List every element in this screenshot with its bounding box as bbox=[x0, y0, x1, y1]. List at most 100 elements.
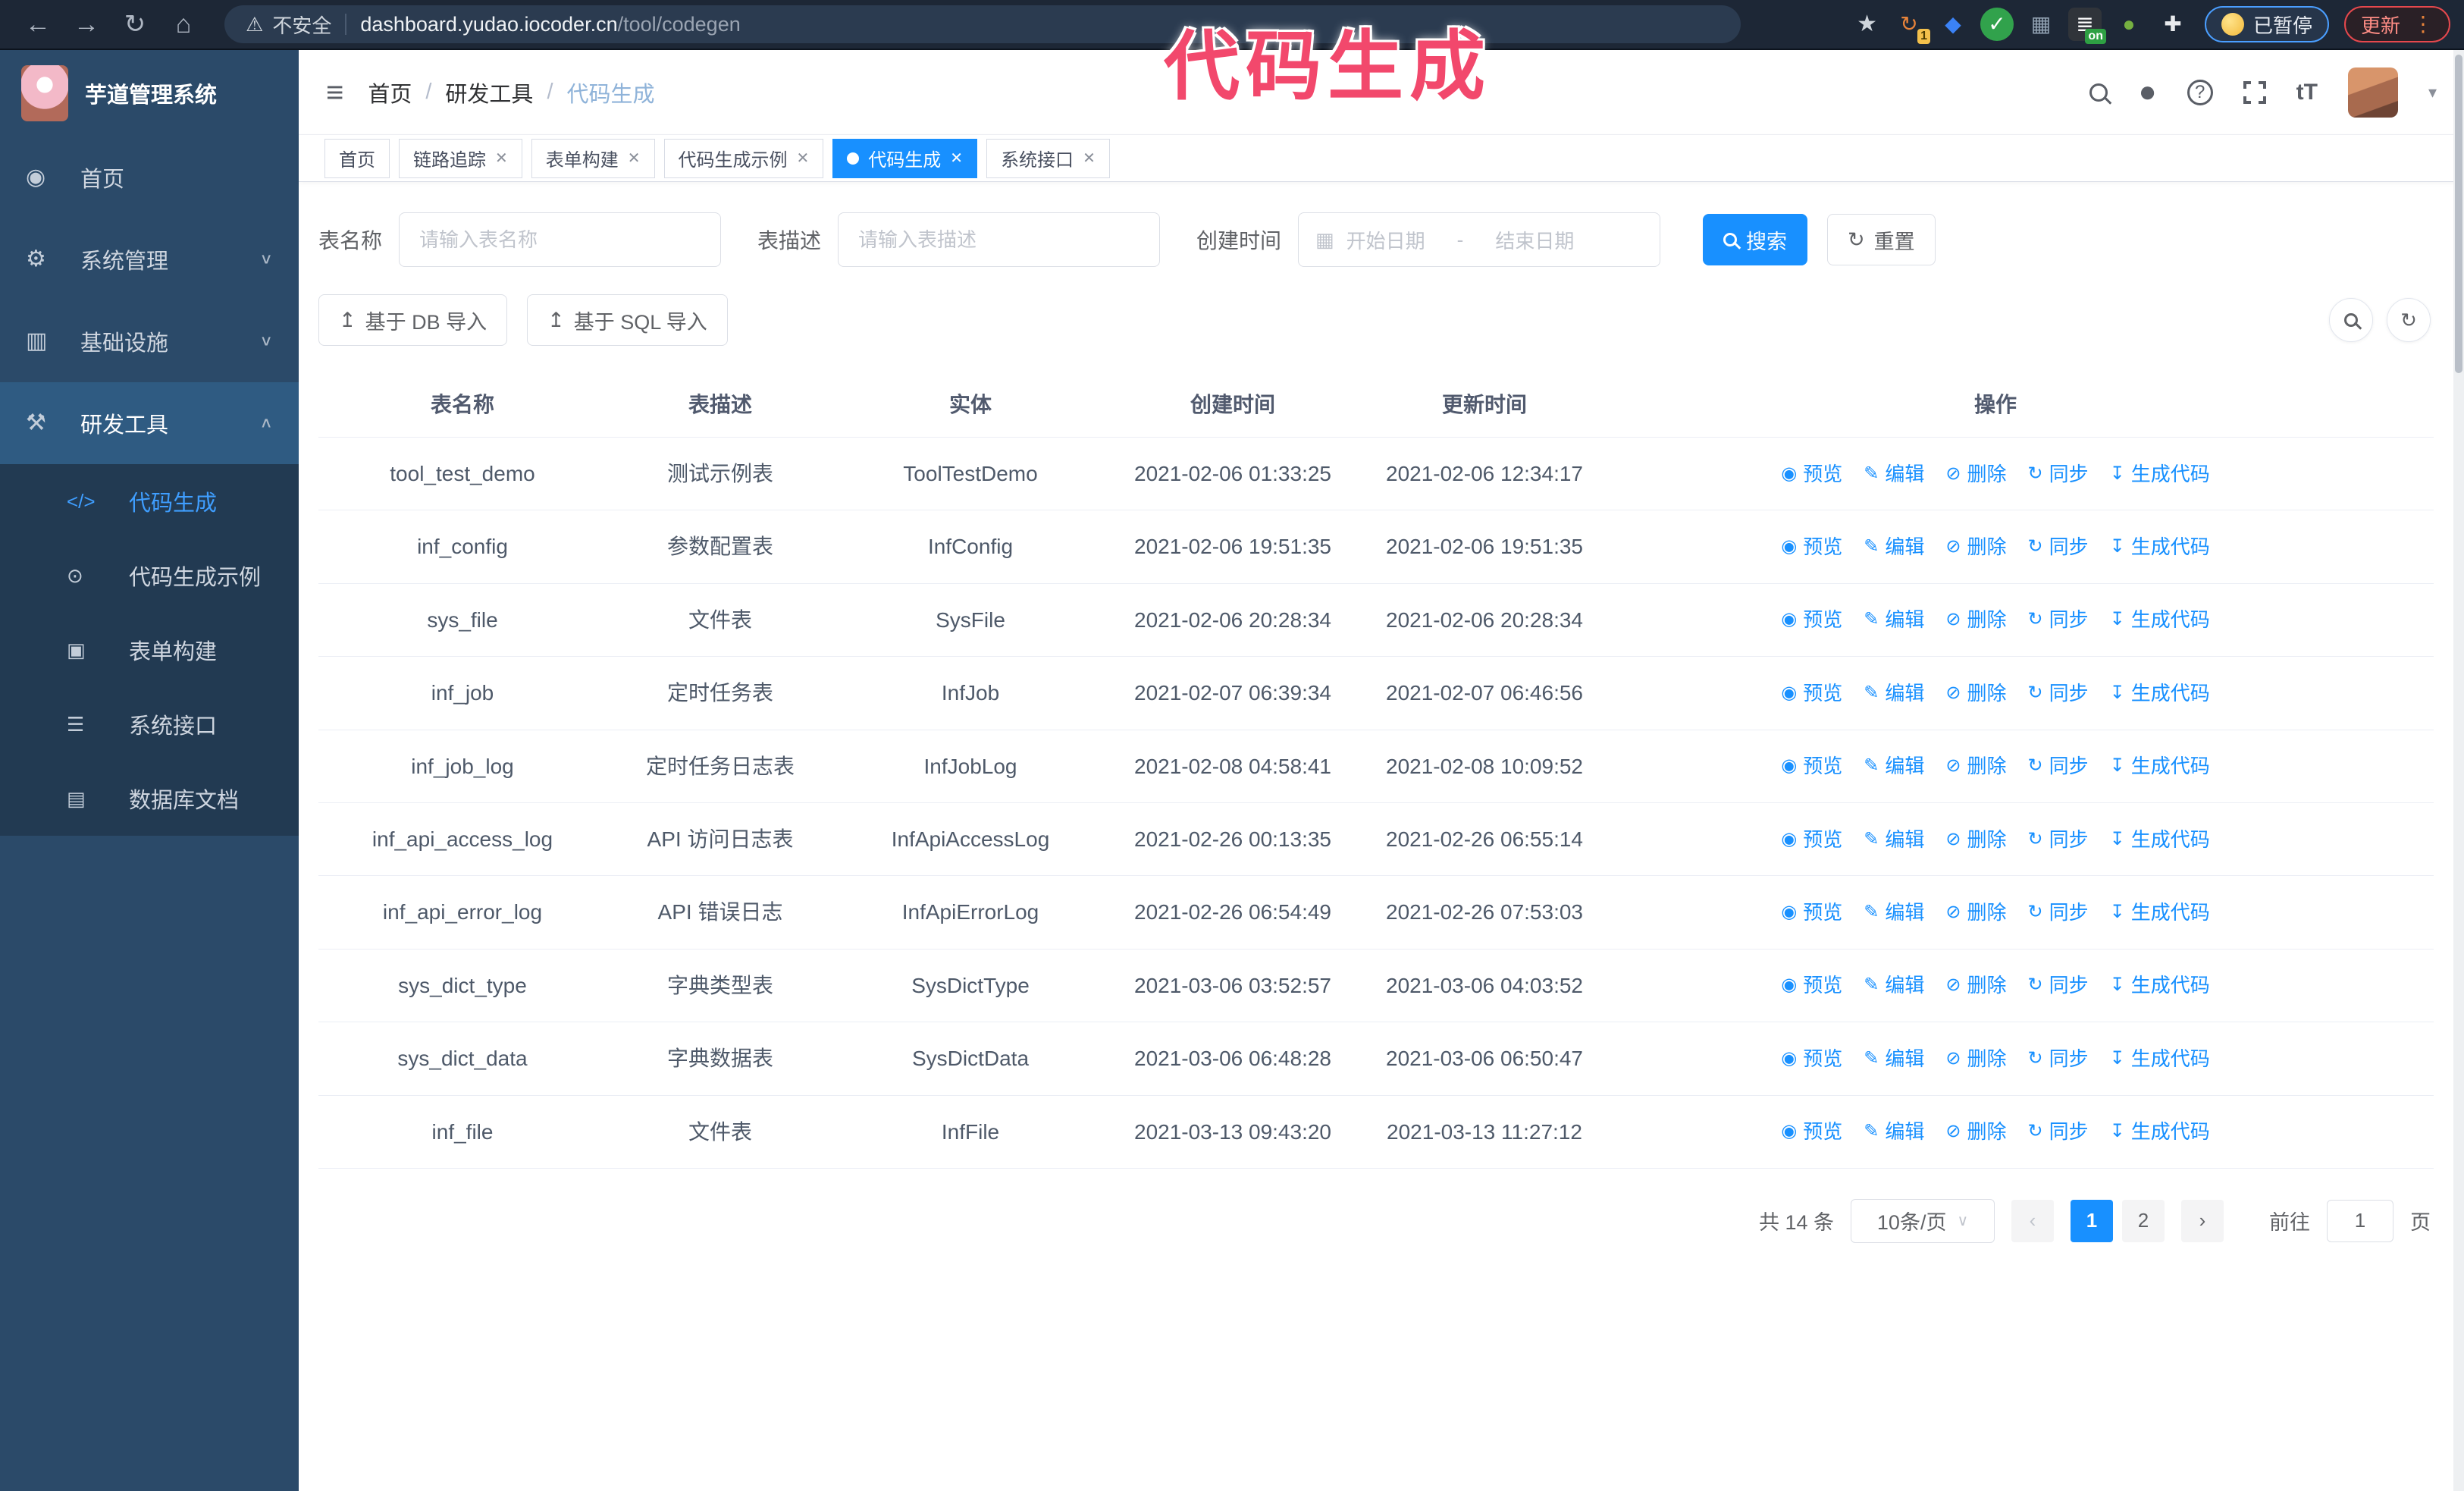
action-删除[interactable]: ⊘ 删除 bbox=[1945, 532, 2006, 562]
github-icon[interactable]: ● bbox=[2138, 75, 2156, 109]
sidebar-subitem-数据库文档[interactable]: ▤ 数据库文档 bbox=[0, 761, 299, 836]
action-删除[interactable]: ⊘ 删除 bbox=[1945, 1044, 2006, 1074]
help-icon[interactable]: ? bbox=[2187, 79, 2213, 105]
action-预览[interactable]: ◉ 预览 bbox=[1781, 1116, 1842, 1147]
table-row[interactable]: inf_job 定时任务表 InfJob 2021-02-07 06:39:34 202… bbox=[318, 656, 2434, 730]
address-bar[interactable]: ⚠ 不安全 dashboard.yudao.iocoder.cn /tool/c… bbox=[224, 5, 1741, 43]
sidebar-subitem-代码生成[interactable]: </> 代码生成 bbox=[0, 464, 299, 538]
font-size-icon[interactable]: tT bbox=[2296, 80, 2318, 105]
page-button-2[interactable]: 2 bbox=[2122, 1199, 2165, 1242]
action-同步[interactable]: ↻ 同步 bbox=[2027, 897, 2088, 928]
tab-首页[interactable]: 首页 bbox=[324, 138, 390, 178]
action-同步[interactable]: ↻ 同步 bbox=[2027, 824, 2088, 855]
action-同步[interactable]: ↻ 同步 bbox=[2027, 459, 2088, 489]
toggle-search-button[interactable] bbox=[2329, 298, 2373, 342]
action-生成代码[interactable]: ↧ 生成代码 bbox=[2110, 824, 2210, 855]
search-button[interactable]: 搜索 bbox=[1703, 214, 1808, 265]
action-预览[interactable]: ◉ 预览 bbox=[1781, 532, 1842, 562]
action-编辑[interactable]: ✎ 编辑 bbox=[1864, 751, 1924, 781]
action-编辑[interactable]: ✎ 编辑 bbox=[1864, 604, 1924, 635]
action-编辑[interactable]: ✎ 编辑 bbox=[1864, 459, 1924, 489]
action-预览[interactable]: ◉ 预览 bbox=[1781, 897, 1842, 928]
sidebar-item-首页[interactable]: ◉ 首页 bbox=[0, 137, 299, 218]
ext-orange-refresh[interactable]: ↻ 1 bbox=[1892, 8, 1930, 44]
action-同步[interactable]: ↻ 同步 bbox=[2027, 1044, 2088, 1074]
action-删除[interactable]: ⊘ 删除 bbox=[1945, 824, 2006, 855]
ext-green-bot[interactable]: ● bbox=[2112, 8, 2146, 41]
page-button-1[interactable]: 1 bbox=[2071, 1199, 2113, 1242]
scrollbar-thumb[interactable] bbox=[2455, 55, 2462, 373]
fullscreen-icon[interactable] bbox=[2243, 80, 2266, 104]
logo[interactable]: 芋道管理系统 bbox=[0, 50, 299, 137]
close-icon[interactable]: ✕ bbox=[950, 151, 963, 166]
action-删除[interactable]: ⊘ 删除 bbox=[1945, 459, 2006, 489]
reset-button[interactable]: ↻ 重置 bbox=[1827, 214, 1936, 265]
table-desc-input[interactable] bbox=[838, 212, 1161, 267]
action-删除[interactable]: ⊘ 删除 bbox=[1945, 897, 2006, 928]
next-page-button[interactable]: › bbox=[2181, 1199, 2224, 1242]
action-编辑[interactable]: ✎ 编辑 bbox=[1864, 678, 1924, 708]
ext-blue-gem[interactable]: ◆ bbox=[1936, 8, 1970, 41]
refresh-table-button[interactable]: ↻ bbox=[2387, 298, 2431, 342]
table-row[interactable]: inf_api_access_log API 访问日志表 InfApiAccessL… bbox=[318, 802, 2434, 877]
table-row[interactable]: tool_test_demo 测试示例表 ToolTestDemo 2021-02-0… bbox=[318, 437, 2434, 511]
action-编辑[interactable]: ✎ 编辑 bbox=[1864, 970, 1924, 1000]
tab-表单构建[interactable]: 表单构建 ✕ bbox=[531, 138, 655, 178]
browser-back-icon[interactable]: ← bbox=[14, 10, 62, 39]
action-预览[interactable]: ◉ 预览 bbox=[1781, 751, 1842, 781]
action-预览[interactable]: ◉ 预览 bbox=[1781, 604, 1842, 635]
tab-代码生成示例[interactable]: 代码生成示例 ✕ bbox=[663, 138, 824, 178]
ext-green-check[interactable]: ✓ bbox=[1980, 8, 2014, 41]
ext-grid[interactable]: ▦ bbox=[2024, 8, 2058, 41]
chevron-down-icon[interactable]: ▾ bbox=[2428, 83, 2437, 101]
action-预览[interactable]: ◉ 预览 bbox=[1781, 459, 1842, 489]
sidebar-item-研发工具[interactable]: ⚒ 研发工具 ∧ bbox=[0, 382, 299, 464]
action-编辑[interactable]: ✎ 编辑 bbox=[1864, 532, 1924, 562]
browser-reload-icon[interactable]: ↻ bbox=[111, 9, 159, 39]
browser-menu-icon[interactable]: ⋮ bbox=[2412, 14, 2434, 35]
action-同步[interactable]: ↻ 同步 bbox=[2027, 604, 2088, 635]
breadcrumb-item-首页[interactable]: 首页 bbox=[368, 77, 412, 108]
action-编辑[interactable]: ✎ 编辑 bbox=[1864, 897, 1924, 928]
action-生成代码[interactable]: ↧ 生成代码 bbox=[2110, 1044, 2210, 1074]
table-name-input[interactable] bbox=[399, 212, 722, 267]
table-row[interactable]: sys_dict_type 字典类型表 SysDictType 2021-03-06 … bbox=[318, 949, 2434, 1023]
profile-paused-badge[interactable]: 已暂停 bbox=[2204, 6, 2329, 42]
action-同步[interactable]: ↻ 同步 bbox=[2027, 532, 2088, 562]
goto-page-input[interactable] bbox=[2327, 1199, 2393, 1242]
action-同步[interactable]: ↻ 同步 bbox=[2027, 678, 2088, 708]
table-row[interactable]: sys_dict_data 字典数据表 SysDictData 2021-03-06 … bbox=[318, 1022, 2434, 1096]
action-生成代码[interactable]: ↧ 生成代码 bbox=[2110, 1116, 2210, 1147]
import-sql-button[interactable]: ↥ 基于 SQL 导入 bbox=[527, 294, 728, 346]
browser-scrollbar[interactable] bbox=[2453, 50, 2464, 1491]
browser-home-icon[interactable]: ⌂ bbox=[159, 10, 208, 39]
action-预览[interactable]: ◉ 预览 bbox=[1781, 970, 1842, 1000]
header-search-icon[interactable] bbox=[2089, 83, 2108, 102]
action-同步[interactable]: ↻ 同步 bbox=[2027, 970, 2088, 1000]
ext-on-toggle[interactable]: ≣ on bbox=[2067, 8, 2106, 44]
action-预览[interactable]: ◉ 预览 bbox=[1781, 1044, 1842, 1074]
action-生成代码[interactable]: ↧ 生成代码 bbox=[2110, 532, 2210, 562]
table-row[interactable]: inf_job_log 定时任务日志表 InfJobLog 2021-02-08 04… bbox=[318, 730, 2434, 803]
action-生成代码[interactable]: ↧ 生成代码 bbox=[2110, 897, 2210, 928]
sidebar-item-基础设施[interactable]: ▥ 基础设施 ∨ bbox=[0, 300, 299, 382]
action-删除[interactable]: ⊘ 删除 bbox=[1945, 678, 2006, 708]
action-生成代码[interactable]: ↧ 生成代码 bbox=[2110, 751, 2210, 781]
action-同步[interactable]: ↻ 同步 bbox=[2027, 1116, 2088, 1147]
chrome-update-button[interactable]: 更新 ⋮ bbox=[2343, 6, 2450, 42]
action-预览[interactable]: ◉ 预览 bbox=[1781, 678, 1842, 708]
action-生成代码[interactable]: ↧ 生成代码 bbox=[2110, 459, 2210, 489]
page-size-select[interactable]: 10条/页 ∨ bbox=[1851, 1198, 1995, 1243]
action-删除[interactable]: ⊘ 删除 bbox=[1945, 970, 2006, 1000]
hamburger-icon[interactable]: ≡ bbox=[326, 77, 343, 108]
ext-puzzle[interactable]: ✚ bbox=[2156, 8, 2190, 41]
action-删除[interactable]: ⊘ 删除 bbox=[1945, 1116, 2006, 1147]
breadcrumb-item-研发工具[interactable]: 研发工具 bbox=[445, 77, 533, 108]
sidebar-subitem-代码生成示例[interactable]: ⊙ 代码生成示例 bbox=[0, 538, 299, 613]
action-编辑[interactable]: ✎ 编辑 bbox=[1864, 1044, 1924, 1074]
action-编辑[interactable]: ✎ 编辑 bbox=[1864, 1116, 1924, 1147]
action-同步[interactable]: ↻ 同步 bbox=[2027, 751, 2088, 781]
tab-链路追踪[interactable]: 链路追踪 ✕ bbox=[399, 138, 522, 178]
table-row[interactable]: inf_api_error_log API 错误日志 InfApiErrorLog 2… bbox=[318, 875, 2434, 950]
avatar[interactable] bbox=[2347, 67, 2398, 118]
